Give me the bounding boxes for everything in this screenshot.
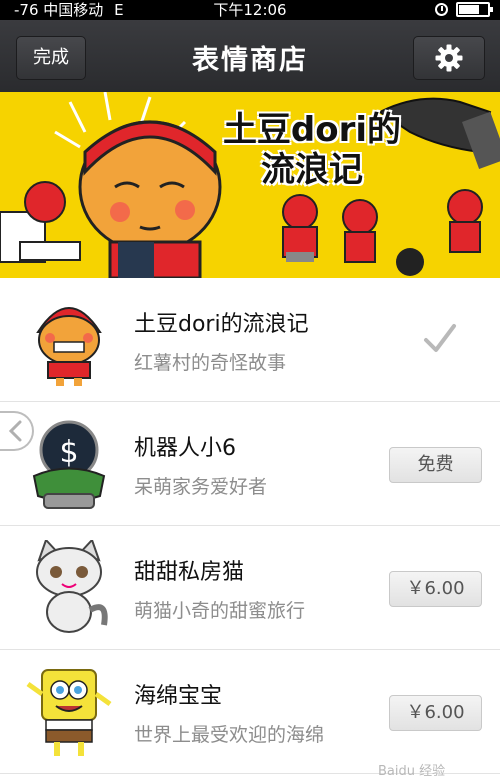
sticker-description: 世界上最受欢迎的海绵 (134, 724, 325, 746)
watermark: Baidu 经验 (378, 764, 446, 779)
sticker-thumbnail (36, 307, 102, 386)
sticker-description: 萌猫小奇的甜蜜旅行 (134, 600, 306, 622)
sticker-thumbnail (36, 540, 108, 633)
sticker-name: 机器人小6 (134, 436, 236, 461)
list-item[interactable]: 海绵宝宝 世界上最受欢迎的海绵 ￥6.00 (0, 650, 500, 774)
sticker-list: 土豆dori的流浪记 红薯村的奇怪故事 $ 机器人小6 呆萌家务爱好者 免费 甜… (0, 278, 500, 781)
sticker-description: 呆萌家务爱好者 (134, 476, 268, 498)
sticker-name: 海绵宝宝 (134, 684, 223, 709)
list-item[interactable]: $ 机器人小6 呆萌家务爱好者 免费 (0, 402, 500, 526)
list-item[interactable]: 土豆dori的流浪记 红薯村的奇怪故事 (0, 278, 500, 402)
buy-button[interactable]: ￥6.00 (389, 695, 482, 731)
sticker-thumbnail: $ (32, 420, 106, 509)
status-right (435, 2, 493, 17)
sticker-description: 红薯村的奇怪故事 (134, 352, 287, 374)
battery-icon (456, 2, 493, 17)
buy-button[interactable]: ￥6.00 (389, 571, 482, 607)
sticker-thumbnail (26, 669, 112, 756)
sticker-name: 甜甜私房猫 (134, 560, 245, 585)
list-item[interactable]: 甜甜私房猫 萌猫小奇的甜蜜旅行 ￥6.00 (0, 526, 500, 650)
gear-icon (435, 44, 463, 72)
featured-banner[interactable]: 土豆dori的 流浪记 (0, 92, 500, 278)
navigation-bar: 完成 表情商店 (0, 20, 500, 92)
status-bar: -76 中国移动 E 下午12:06 (0, 0, 500, 20)
banner-title-line2: 流浪记 (261, 150, 363, 190)
alarm-icon (435, 3, 448, 16)
settings-button[interactable] (413, 36, 485, 80)
chevron-left-icon (8, 420, 22, 442)
banner-title-line1: 土豆dori的 (222, 110, 402, 150)
status-time: 下午12:06 (213, 1, 287, 19)
checkmark-icon (424, 324, 456, 352)
sticker-name: 土豆dori的流浪记 (134, 312, 309, 337)
banner-title: 土豆dori的 流浪记 (222, 110, 402, 190)
free-download-button[interactable]: 免费 (389, 447, 482, 483)
svg-text:$: $ (59, 435, 78, 470)
